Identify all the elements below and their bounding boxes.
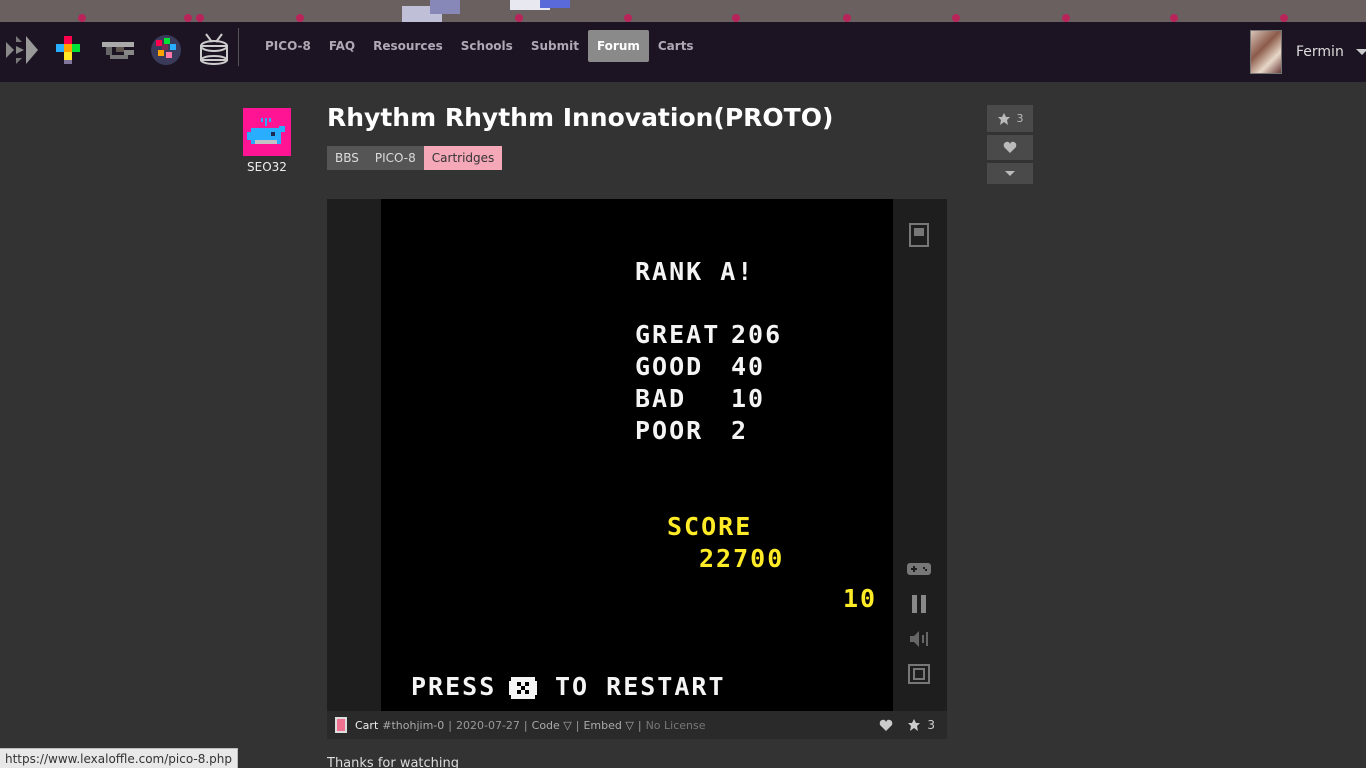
nav-link-schools[interactable]: Schools: [452, 30, 522, 62]
chevron-down-icon: [1005, 171, 1015, 176]
code-toggle[interactable]: Code ▽: [532, 719, 572, 732]
stat-bad-value: 10: [731, 384, 766, 413]
cart-date: 2020-07-27: [455, 718, 520, 732]
stat-good-value: 40: [731, 352, 766, 381]
cart-icon: [335, 717, 347, 733]
press-text: PRESS: [411, 672, 497, 701]
banner-dot: [1280, 14, 1288, 22]
banner-dot: [952, 14, 960, 22]
drum-icon[interactable]: [196, 32, 232, 68]
banner-sprite-icon: [402, 0, 570, 22]
stat-poor-label: POOR: [635, 416, 704, 445]
nav-link-forum[interactable]: Forum: [587, 30, 649, 62]
author-name[interactable]: SEO32: [243, 160, 291, 174]
top-navbar: PICO-8 FAQ Resources Schools Submit Foru…: [0, 22, 1366, 82]
cart-label-icon[interactable]: [905, 221, 933, 249]
nav-link-carts[interactable]: Carts: [649, 30, 703, 62]
more-options-button[interactable]: [987, 163, 1033, 184]
cart-id-link[interactable]: #thohjim-0: [382, 719, 444, 732]
user-menu[interactable]: Fermin: [1250, 30, 1366, 74]
cart-meta: Cart #thohjim-0 | 2020-07-27 | Code ▽ | …: [335, 711, 706, 739]
user-name[interactable]: Fermin: [1296, 44, 1344, 60]
heart-icon[interactable]: [879, 719, 893, 732]
stat-great-label: GREAT: [635, 320, 721, 349]
banner-dot: [624, 14, 632, 22]
breadcrumb-cartridges[interactable]: Cartridges: [423, 146, 503, 170]
author-avatar[interactable]: [243, 108, 291, 156]
sound-icon[interactable]: [905, 625, 933, 653]
fullscreen-icon[interactable]: [905, 660, 933, 688]
separator: |: [448, 718, 452, 732]
banner-dot: [184, 14, 192, 22]
user-avatar[interactable]: [1250, 30, 1282, 74]
breadcrumb-pico8[interactable]: PICO-8: [366, 146, 424, 170]
cart-info-bar: Cart #thohjim-0 | 2020-07-27 | Code ▽ | …: [327, 711, 947, 739]
like-button[interactable]: [987, 135, 1033, 160]
separator: |: [637, 718, 642, 732]
pico8-logo-icon[interactable]: [4, 32, 40, 68]
embed-toggle[interactable]: Embed ▽: [583, 719, 633, 732]
pin-icon: [908, 719, 921, 731]
rank-text: RANK A!: [635, 257, 755, 286]
gamepad-icon[interactable]: [905, 555, 933, 583]
banner-dot: [1170, 14, 1178, 22]
cart-star-count: 3: [927, 718, 935, 732]
status-bar-url: https://www.lexaloffle.com/pico-8.php: [0, 748, 239, 768]
banner-dot: [732, 14, 740, 22]
restart-text: TO RESTART: [555, 672, 726, 701]
breadcrumb: BBS PICO-8 Cartridges: [327, 146, 503, 170]
nav-product-icons: [4, 30, 232, 70]
post-body-text: Thanks for watching: [327, 756, 460, 768]
cart-star-button[interactable]: 3: [907, 718, 935, 732]
banner-dot: [1062, 14, 1070, 22]
pause-icon[interactable]: [905, 590, 933, 618]
game-screen[interactable]: RANK A! GREAT 206 GOOD 40 BAD 10 POOR 2 …: [381, 199, 893, 711]
post-title: Rhythm Rhythm Innovation(PROTO): [327, 103, 834, 132]
breadcrumb-bbs[interactable]: BBS: [327, 146, 367, 170]
cart-label: Cart: [355, 718, 379, 732]
cart-actions: 3: [879, 711, 935, 739]
separator: |: [523, 718, 528, 732]
header-banner: [0, 0, 1366, 22]
combo-count: 10: [843, 584, 878, 613]
pin-icon: [997, 112, 1010, 125]
picotron-icon[interactable]: [52, 32, 88, 68]
voxatron-icon[interactable]: [100, 32, 136, 68]
x-button-icon: [509, 677, 537, 699]
nav-links: PICO-8 FAQ Resources Schools Submit Foru…: [256, 30, 703, 62]
star-button[interactable]: 3: [987, 105, 1033, 132]
whale-icon: [247, 118, 285, 144]
stat-good-label: GOOD: [635, 352, 704, 381]
banner-dot: [296, 14, 304, 22]
chevron-down-icon[interactable]: [1355, 49, 1366, 55]
nav-divider: [238, 28, 239, 66]
score-label: SCORE: [667, 512, 753, 541]
score-value: 22700: [699, 544, 785, 573]
banner-dot: [78, 14, 86, 22]
voxel-icon[interactable]: [148, 32, 184, 68]
stat-bad-label: BAD: [635, 384, 687, 413]
star-count: 3: [1016, 112, 1024, 125]
stat-poor-value: 2: [731, 416, 749, 445]
cart-player: RANK A! GREAT 206 GOOD 40 BAD 10 POOR 2 …: [327, 199, 947, 711]
banner-dot: [196, 14, 204, 22]
separator: |: [575, 718, 580, 732]
nav-link-faq[interactable]: FAQ: [320, 30, 364, 62]
nav-link-submit[interactable]: Submit: [522, 30, 588, 62]
stat-great-value: 206: [731, 320, 783, 349]
nav-link-pico8[interactable]: PICO-8: [256, 30, 320, 62]
nav-link-resources[interactable]: Resources: [364, 30, 452, 62]
banner-dot: [843, 14, 851, 22]
heart-icon: [1003, 141, 1017, 153]
license-link[interactable]: No License: [646, 719, 706, 732]
